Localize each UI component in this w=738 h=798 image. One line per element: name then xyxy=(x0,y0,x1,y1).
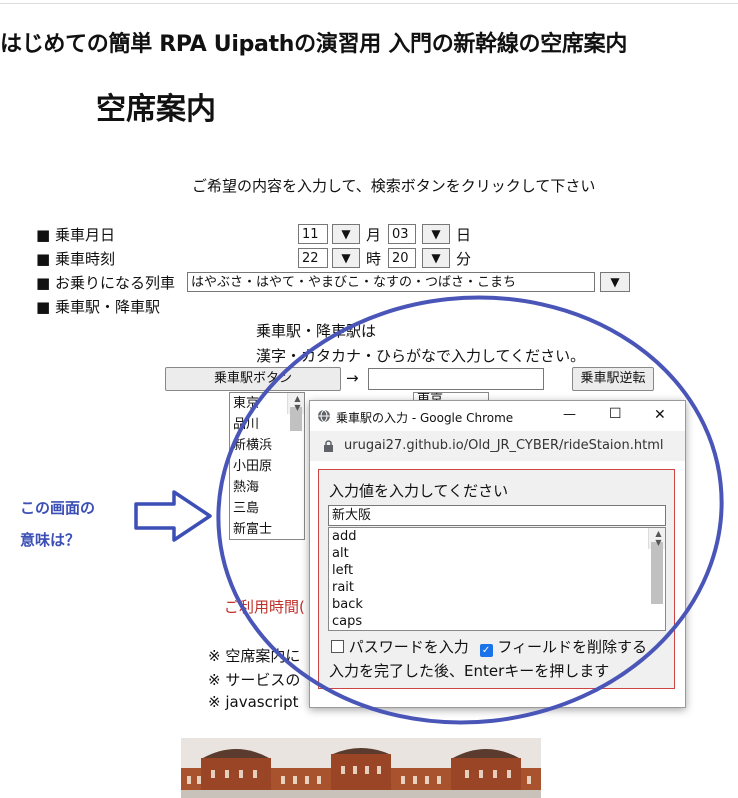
list-item[interactable]: caps xyxy=(329,613,665,630)
list-item[interactable]: alt xyxy=(329,545,665,562)
note-2: ※ サービスの xyxy=(208,671,301,689)
hour-unit: 時 xyxy=(366,250,382,268)
month-dropdown-button[interactable]: ▼ xyxy=(332,224,360,244)
arrow-text: → xyxy=(346,369,359,387)
minute-unit: 分 xyxy=(456,250,472,268)
popup-address-bar: urugai27.github.io/Old_JR_CYBER/rideStai… xyxy=(310,431,685,461)
bullet: ■ xyxy=(36,226,51,244)
day-dropdown-button[interactable]: ▼ xyxy=(422,224,450,244)
month-unit: 月 xyxy=(366,226,382,244)
arrival-station-input[interactable] xyxy=(368,368,544,390)
prompt-input[interactable]: 新大阪 xyxy=(328,505,666,526)
tokyo-station-image xyxy=(181,738,541,798)
train-select[interactable]: はやぶさ・はやて・やまびこ・なすの・つばさ・こまち xyxy=(187,272,595,292)
bullet: ■ xyxy=(36,298,51,316)
prompt-options-list[interactable]: add alt left rait back caps ▲ ▼ xyxy=(328,527,666,631)
train-dropdown-button[interactable]: ▼ xyxy=(600,272,630,292)
list-item[interactable]: add xyxy=(329,528,665,545)
time-label: 乗車時刻 xyxy=(54,250,115,268)
train-row-label: ■ お乗りになる列車 xyxy=(36,272,175,293)
month-select[interactable]: 11 xyxy=(298,224,328,244)
globe-icon xyxy=(318,409,330,423)
list-item[interactable]: rait xyxy=(329,579,665,596)
prompt-dialog: 入力値を入力してください 新大阪 add alt left rait back … xyxy=(318,469,675,689)
hour-select[interactable]: 22 xyxy=(298,248,328,268)
station-note-1: 乗車駅・降車駅は xyxy=(256,322,377,340)
reverse-station-button[interactable]: 乗車駅逆転 xyxy=(572,367,654,391)
day-unit: 日 xyxy=(456,226,472,244)
bullet: ■ xyxy=(36,274,51,292)
annotation-arrow-icon xyxy=(134,490,212,542)
minute-select[interactable]: 20 xyxy=(388,248,416,268)
options-scrollbar[interactable]: ▲ ▼ xyxy=(648,528,665,604)
lock-icon xyxy=(324,440,333,452)
usage-time-text: ご利用時間( xyxy=(224,598,305,616)
popup-url-text: urugai27.github.io/Old_JR_CYBER/rideStai… xyxy=(344,438,664,453)
list-item[interactable]: left xyxy=(329,562,665,579)
station-row-label: ■ 乗車駅・降車駅 xyxy=(36,296,160,317)
top-border xyxy=(0,3,738,4)
time-row-label: ■ 乗車時刻 xyxy=(36,248,115,269)
note-1: ※ 空席案内に xyxy=(208,647,301,665)
popup-titlebar[interactable]: 乗車駅の入力 - Google Chrome — ☐ ✕ xyxy=(310,401,685,431)
minute-dropdown-button[interactable]: ▼ xyxy=(422,248,450,268)
site-title: はじめての簡単 RPA Uipathの演習用 入門の新幹線の空席案内 xyxy=(0,32,628,57)
day-select[interactable]: 03 xyxy=(388,224,416,244)
prompt-label: 入力値を入力してください xyxy=(329,482,509,500)
ride-station-button[interactable]: 乗車駅ボタン xyxy=(165,367,341,391)
page-title: 空席案内 xyxy=(96,92,216,127)
departure-station-list[interactable]: 東京 品川 新横浜 小田原 熱海 三島 新富士 ▲ ▼ xyxy=(229,392,305,540)
train-label: お乗りになる列車 xyxy=(54,274,175,292)
close-icon[interactable]: ✕ xyxy=(654,407,666,423)
maximize-icon[interactable]: ☐ xyxy=(609,406,622,422)
note-3: ※ javascript xyxy=(208,693,299,711)
instruction-text: ご希望の内容を入力して、検索ボタンをクリックして下さい xyxy=(192,177,596,195)
minimize-icon[interactable]: — xyxy=(563,407,576,422)
annotation-question-1: この画面の xyxy=(20,499,96,517)
list-scrollbar[interactable]: ▲ ▼ xyxy=(287,393,304,431)
prompt-footer: 入力を完了した後、Enterキーを押します xyxy=(329,662,610,680)
list-item[interactable]: back xyxy=(329,596,665,613)
scroll-thumb[interactable] xyxy=(651,542,663,604)
date-row-label: ■ 乗車月日 xyxy=(36,224,115,245)
password-label: パスワードを入力 xyxy=(348,638,469,656)
popup-window[interactable]: 乗車駅の入力 - Google Chrome — ☐ ✕ urugai27.gi… xyxy=(309,400,686,708)
station-label: 乗車駅・降車駅 xyxy=(54,298,160,316)
list-item[interactable]: 新横浜 xyxy=(230,435,304,456)
clear-field-checkbox[interactable]: ✓ xyxy=(479,644,493,657)
station-note-2: 漢字・カタカナ・ひらがなで入力してください。 xyxy=(256,347,586,365)
password-checkbox[interactable] xyxy=(331,640,344,653)
clear-field-label: フィールドを削除する xyxy=(497,638,648,656)
annotation-question-2: 意味は？ xyxy=(20,531,81,549)
list-item[interactable]: 新富士 xyxy=(230,519,304,539)
prompt-options-row: パスワードを入力 ✓ フィールドを削除する xyxy=(331,636,647,657)
hour-dropdown-button[interactable]: ▼ xyxy=(332,248,360,268)
scroll-down-icon[interactable]: ▼ xyxy=(649,537,665,549)
list-item[interactable]: 小田原 xyxy=(230,456,304,477)
list-item[interactable]: 三島 xyxy=(230,498,304,519)
popup-title: 乗車駅の入力 - Google Chrome xyxy=(336,411,514,425)
date-label: 乗車月日 xyxy=(54,226,115,244)
scroll-down-icon[interactable]: ▼ xyxy=(288,402,304,414)
list-item[interactable]: 熱海 xyxy=(230,477,304,498)
bullet: ■ xyxy=(36,250,51,268)
